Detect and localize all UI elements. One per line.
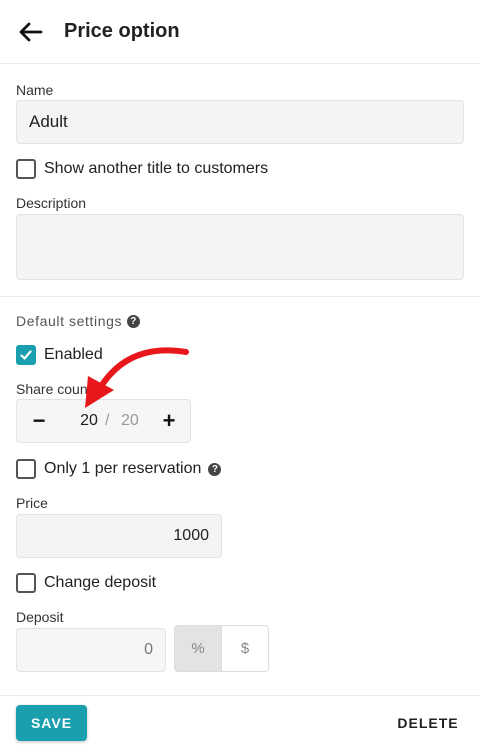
deposit-input[interactable]: 0 [16, 628, 166, 672]
help-circle-icon[interactable]: ? [208, 462, 222, 476]
delete-button[interactable]: DELETE [392, 705, 464, 741]
change-deposit-label: Change deposit [44, 574, 157, 591]
checkbox-unchecked-icon [16, 159, 36, 179]
default-settings-label: Default settings [16, 313, 123, 329]
default-settings-heading: Default settings ? [16, 313, 141, 329]
deposit-dollar-toggle[interactable]: $ [221, 625, 269, 672]
price-label: Price [16, 495, 48, 511]
description-field[interactable] [16, 214, 464, 280]
name-field[interactable]: Adult [16, 100, 464, 144]
change-deposit-checkbox[interactable]: Change deposit [16, 573, 156, 593]
back-button[interactable] [14, 17, 46, 47]
show-another-title-label: Show another title to customers [44, 160, 269, 177]
decrement-button[interactable]: − [24, 406, 54, 436]
deposit-label: Deposit [16, 609, 64, 625]
annotation-arrow-icon [85, 347, 189, 408]
checkbox-checked-icon [16, 345, 36, 365]
footer-divider [0, 695, 480, 696]
description-label: Description [16, 195, 87, 211]
checkbox-unchecked-icon [16, 573, 36, 593]
only-one-per-reservation-label: Only 1 per reservation [44, 460, 202, 477]
only-one-per-reservation-checkbox[interactable]: Only 1 per reservation ? [16, 459, 222, 479]
arrow-left-icon [19, 22, 43, 42]
help-circle-icon[interactable]: ? [127, 314, 141, 328]
page-title: Price option [64, 20, 180, 42]
checkbox-unchecked-icon [16, 459, 36, 479]
app-header: Price option [0, 0, 480, 64]
show-another-title-checkbox[interactable]: Show another title to customers [16, 159, 268, 179]
save-button[interactable]: SAVE [16, 705, 87, 741]
name-label: Name [16, 82, 54, 98]
section-divider [0, 296, 480, 297]
price-input[interactable]: 1000 [16, 514, 222, 558]
deposit-percent-toggle[interactable]: % [174, 625, 222, 672]
